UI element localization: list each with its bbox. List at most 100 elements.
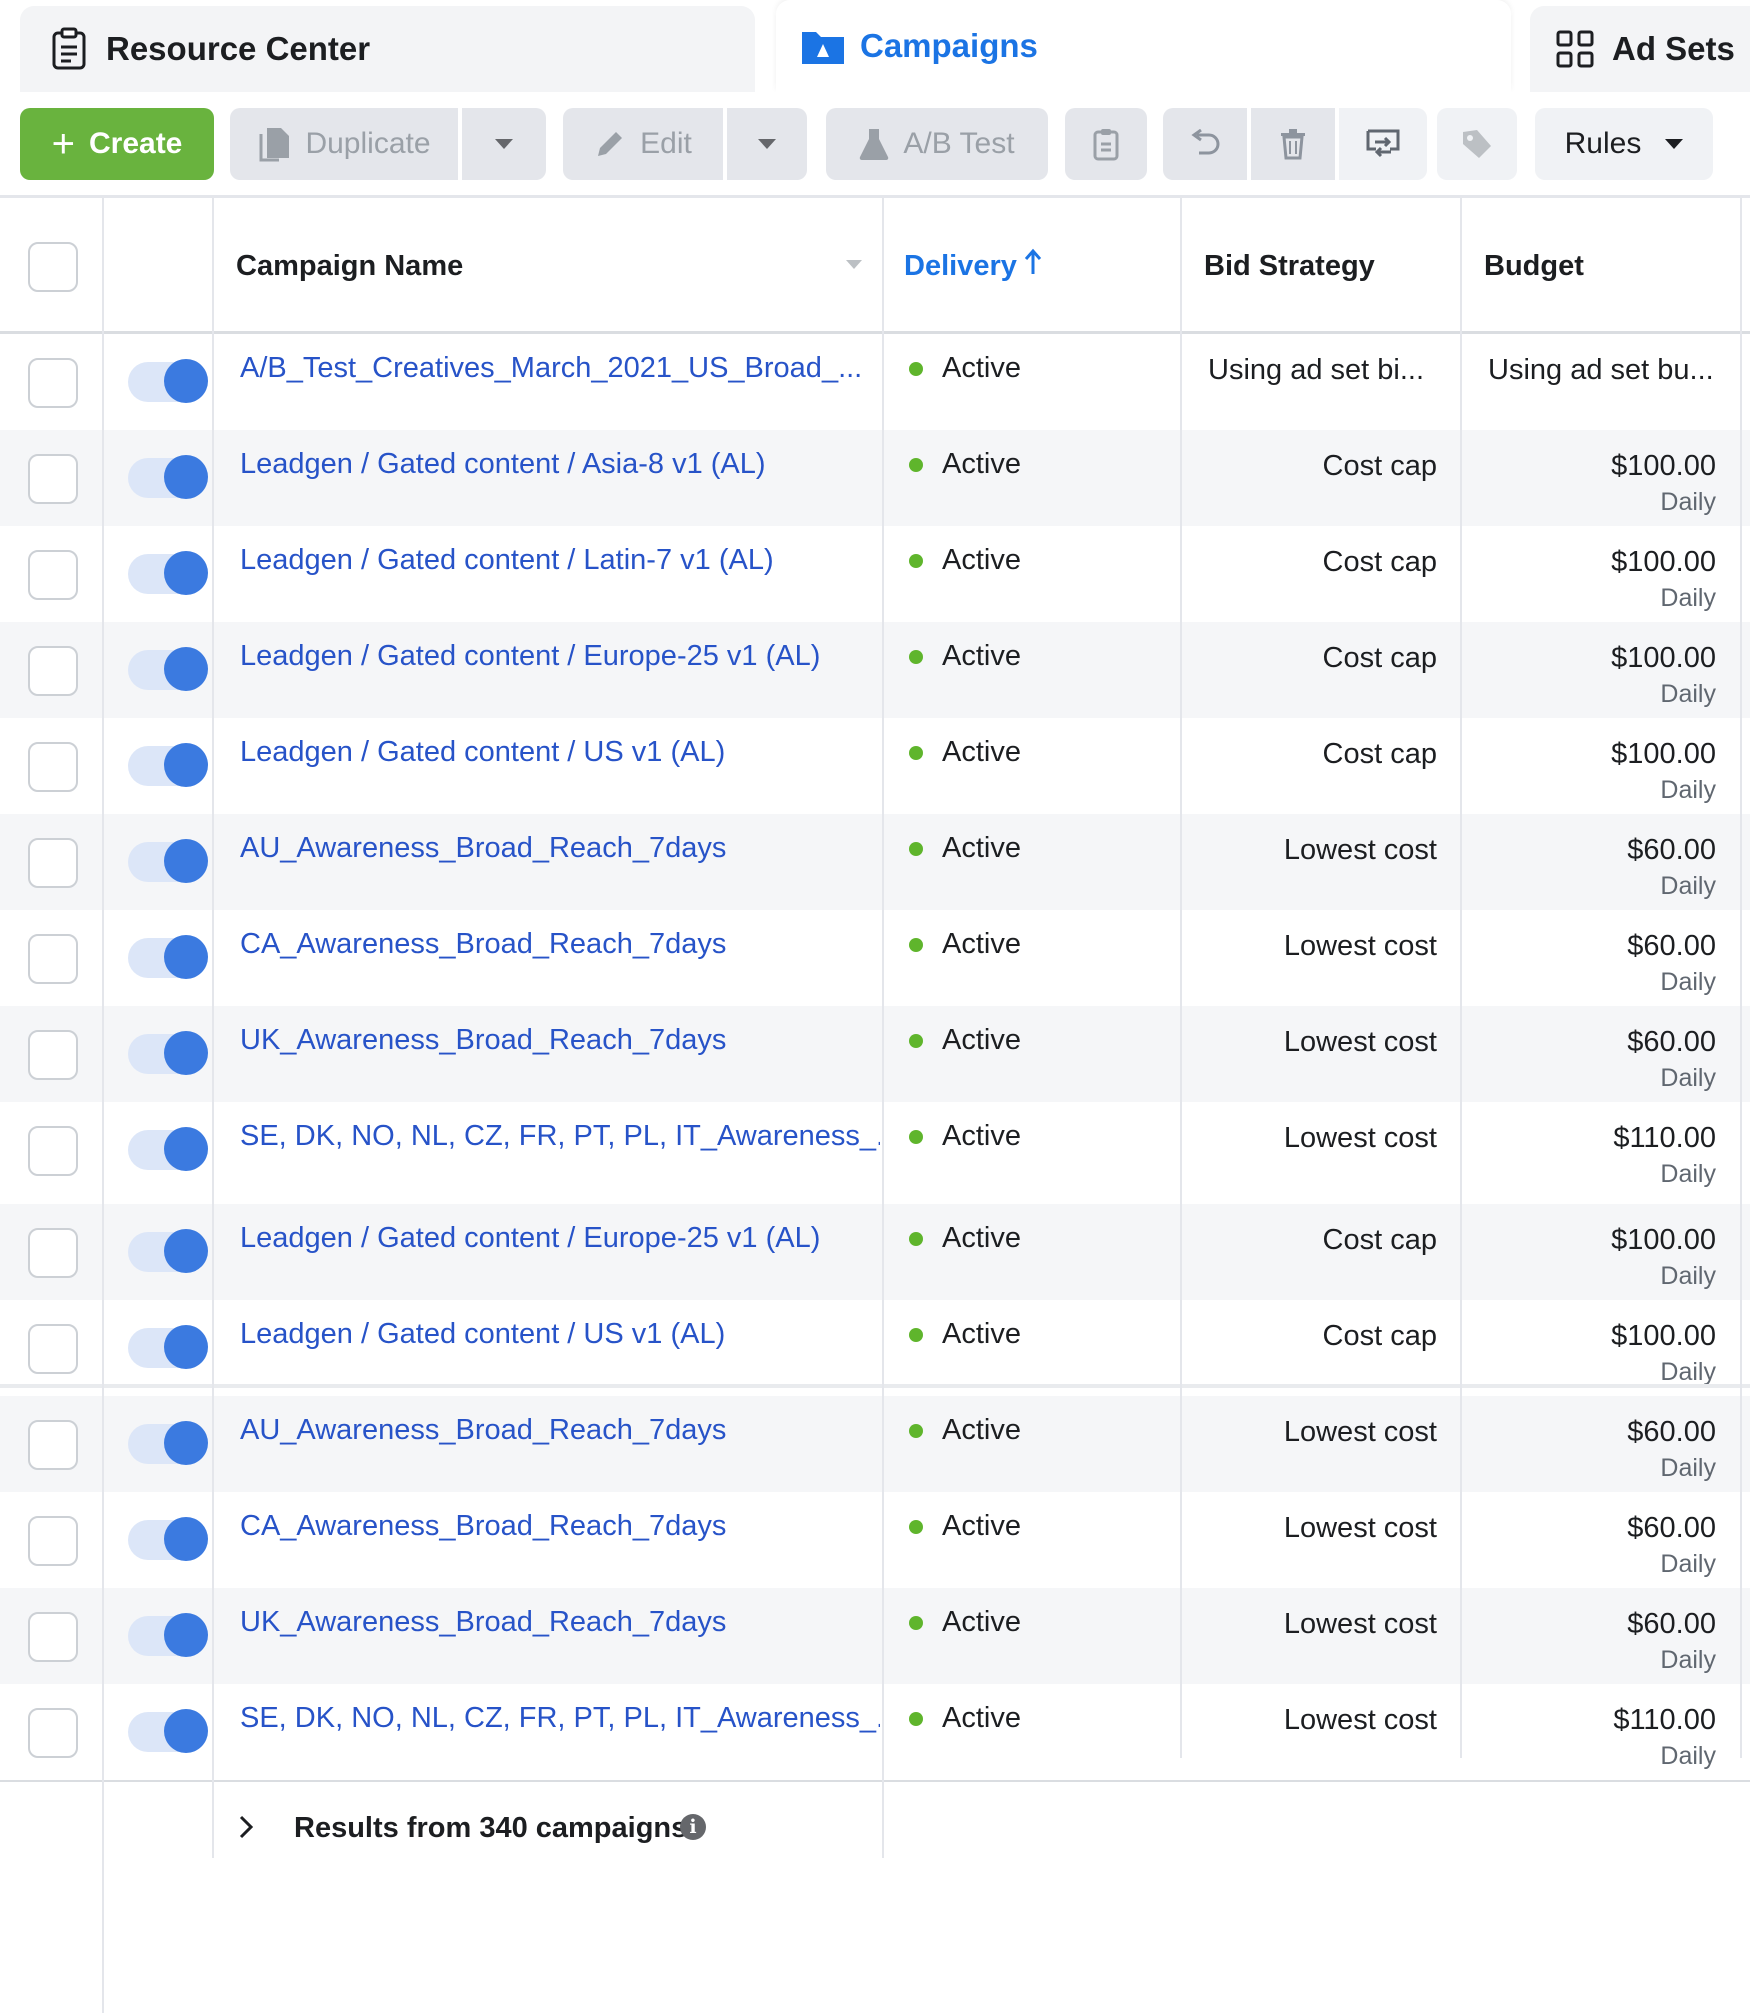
row-checkbox[interactable] bbox=[28, 358, 78, 408]
row-checkbox[interactable] bbox=[28, 1420, 78, 1470]
bid-strategy: Cost cap bbox=[1322, 1320, 1437, 1352]
table-row[interactable]: SE, DK, NO, NL, CZ, FR, PT, PL, IT_Aware… bbox=[0, 1102, 1750, 1198]
tag-button[interactable] bbox=[1437, 108, 1517, 180]
row-checkbox[interactable] bbox=[28, 934, 78, 984]
campaign-name-link[interactable]: UK_Awareness_Broad_Reach_7days bbox=[240, 1024, 880, 1057]
column-divider bbox=[1180, 198, 1182, 1758]
caret-down-icon bbox=[758, 139, 776, 149]
campaign-toggle[interactable] bbox=[128, 1421, 208, 1465]
campaign-toggle[interactable] bbox=[128, 839, 208, 883]
campaign-toggle[interactable] bbox=[128, 935, 208, 979]
bid-strategy: Cost cap bbox=[1322, 1224, 1437, 1256]
create-button[interactable]: + Create bbox=[20, 108, 214, 180]
campaign-name-link[interactable]: Leadgen / Gated content / US v1 (AL) bbox=[240, 736, 880, 769]
row-checkbox[interactable] bbox=[28, 1516, 78, 1566]
campaign-name-link[interactable]: Leadgen / Gated content / Asia-8 v1 (AL) bbox=[240, 448, 880, 481]
budget-amount: $100.00 bbox=[1611, 738, 1716, 770]
table-row[interactable]: Leadgen / Gated content / US v1 (AL) Acti… bbox=[0, 1300, 1750, 1396]
edit-button[interactable]: Edit bbox=[563, 108, 723, 180]
row-checkbox[interactable] bbox=[28, 454, 78, 504]
campaign-toggle[interactable] bbox=[128, 1613, 208, 1657]
campaign-name-link[interactable]: UK_Awareness_Broad_Reach_7days bbox=[240, 1606, 880, 1639]
campaign-name-link[interactable]: Leadgen / Gated content / US v1 (AL) bbox=[240, 1318, 880, 1351]
table-row[interactable]: SE, DK, NO, NL, CZ, FR, PT, PL, IT_Aware… bbox=[0, 1684, 1750, 1780]
campaign-toggle[interactable] bbox=[128, 1127, 208, 1171]
column-header-bid-strategy[interactable]: Bid Strategy bbox=[1204, 198, 1375, 334]
campaign-name-link[interactable]: CA_Awareness_Broad_Reach_7days bbox=[240, 1510, 880, 1543]
row-checkbox[interactable] bbox=[28, 742, 78, 792]
campaign-toggle[interactable] bbox=[128, 743, 208, 787]
tab-ad-sets[interactable]: Ad Sets bbox=[1530, 6, 1750, 92]
budget-amount: $60.00 bbox=[1627, 1608, 1716, 1640]
toggle-knob bbox=[164, 839, 208, 883]
campaign-toggle[interactable] bbox=[128, 1709, 208, 1753]
row-checkbox[interactable] bbox=[28, 1228, 78, 1278]
toggle-knob bbox=[164, 1517, 208, 1561]
campaign-toggle[interactable] bbox=[128, 359, 208, 403]
campaign-name-link[interactable]: Leadgen / Gated content / Latin-7 v1 (AL… bbox=[240, 544, 880, 577]
copy-button[interactable] bbox=[1065, 108, 1147, 180]
table-row[interactable]: UK_Awareness_Broad_Reach_7days Active Lowe… bbox=[0, 1006, 1750, 1102]
tab-campaigns[interactable]: Campaigns bbox=[776, 0, 1511, 92]
row-checkbox[interactable] bbox=[28, 1126, 78, 1176]
campaign-name-link[interactable]: Leadgen / Gated content / Europe-25 v1 (… bbox=[240, 1222, 880, 1255]
column-header-delivery[interactable]: Delivery bbox=[904, 198, 1043, 334]
table-row[interactable]: A/B_Test_Creatives_March_2021_US_Broad_.… bbox=[0, 334, 1750, 430]
rules-dropdown-button[interactable]: Rules bbox=[1535, 108, 1713, 180]
campaign-toggle[interactable] bbox=[128, 647, 208, 691]
column-header-budget[interactable]: Budget bbox=[1484, 198, 1584, 334]
toggle-knob bbox=[164, 1709, 208, 1753]
table-row[interactable]: AU_Awareness_Broad_Reach_7days Active Lowe… bbox=[0, 814, 1750, 910]
campaign-toggle[interactable] bbox=[128, 1229, 208, 1273]
table-row[interactable]: AU_Awareness_Broad_Reach_7days Active Lowe… bbox=[0, 1396, 1750, 1492]
campaign-toggle[interactable] bbox=[128, 455, 208, 499]
campaign-name-link[interactable]: A/B_Test_Creatives_March_2021_US_Broad_.… bbox=[240, 352, 880, 385]
row-checkbox[interactable] bbox=[28, 646, 78, 696]
campaign-name-link[interactable]: AU_Awareness_Broad_Reach_7days bbox=[240, 832, 880, 865]
status-dot-icon bbox=[909, 746, 923, 760]
table-row[interactable]: CA_Awareness_Broad_Reach_7days Active Lowe… bbox=[0, 910, 1750, 1006]
campaign-name-link[interactable]: CA_Awareness_Broad_Reach_7days bbox=[240, 928, 880, 961]
column-divider bbox=[882, 198, 884, 1858]
table-row[interactable]: Leadgen / Gated content / Asia-8 v1 (AL)… bbox=[0, 430, 1750, 526]
campaign-name-link[interactable]: AU_Awareness_Broad_Reach_7days bbox=[240, 1414, 880, 1447]
row-checkbox[interactable] bbox=[28, 1708, 78, 1758]
info-icon[interactable]: i bbox=[680, 1814, 706, 1840]
row-checkbox[interactable] bbox=[28, 550, 78, 600]
campaign-toggle[interactable] bbox=[128, 551, 208, 595]
row-checkbox[interactable] bbox=[28, 1612, 78, 1662]
table-row[interactable]: Leadgen / Gated content / US v1 (AL) Acti… bbox=[0, 718, 1750, 814]
edit-dropdown-button[interactable] bbox=[727, 108, 807, 180]
tab-resource-center[interactable]: Resource Center bbox=[20, 6, 755, 92]
delete-button[interactable] bbox=[1251, 108, 1335, 180]
table-row[interactable]: CA_Awareness_Broad_Reach_7days Active Lowe… bbox=[0, 1492, 1750, 1588]
flask-icon bbox=[859, 127, 889, 161]
table-row[interactable]: Leadgen / Gated content / Europe-25 v1 (… bbox=[0, 622, 1750, 718]
campaign-toggle[interactable] bbox=[128, 1031, 208, 1075]
campaign-toggle[interactable] bbox=[128, 1517, 208, 1561]
duplicate-dropdown-button[interactable] bbox=[462, 108, 546, 180]
column-divider bbox=[102, 198, 104, 2013]
ab-test-button[interactable]: A/B Test bbox=[826, 108, 1048, 180]
row-checkbox[interactable] bbox=[28, 1324, 78, 1374]
row-checkbox[interactable] bbox=[28, 838, 78, 888]
campaign-toggle[interactable] bbox=[128, 1325, 208, 1369]
sort-caret-icon[interactable] bbox=[846, 260, 862, 269]
chevron-right-icon[interactable] bbox=[236, 1812, 256, 1850]
table-row[interactable]: Leadgen / Gated content / Latin-7 v1 (AL… bbox=[0, 526, 1750, 622]
status-dot-icon bbox=[909, 842, 923, 856]
table-row[interactable]: Leadgen / Gated content / Europe-25 v1 (… bbox=[0, 1204, 1750, 1300]
table-row[interactable]: UK_Awareness_Broad_Reach_7days Active Lowe… bbox=[0, 1588, 1750, 1684]
campaign-name-link[interactable]: SE, DK, NO, NL, CZ, FR, PT, PL, IT_Aware… bbox=[240, 1702, 880, 1735]
select-all-checkbox[interactable] bbox=[28, 242, 78, 292]
toggle-knob bbox=[164, 455, 208, 499]
column-divider bbox=[1460, 198, 1462, 1758]
campaign-name-link[interactable]: Leadgen / Gated content / Europe-25 v1 (… bbox=[240, 640, 880, 673]
column-header-campaign-name[interactable]: Campaign Name bbox=[236, 198, 463, 334]
move-button[interactable] bbox=[1339, 108, 1427, 180]
row-checkbox[interactable] bbox=[28, 1030, 78, 1080]
undo-button[interactable] bbox=[1163, 108, 1247, 180]
duplicate-button[interactable]: Duplicate bbox=[230, 108, 458, 180]
campaign-name-link[interactable]: SE, DK, NO, NL, CZ, FR, PT, PL, IT_Aware… bbox=[240, 1120, 880, 1153]
status-dot-icon bbox=[909, 1130, 923, 1144]
